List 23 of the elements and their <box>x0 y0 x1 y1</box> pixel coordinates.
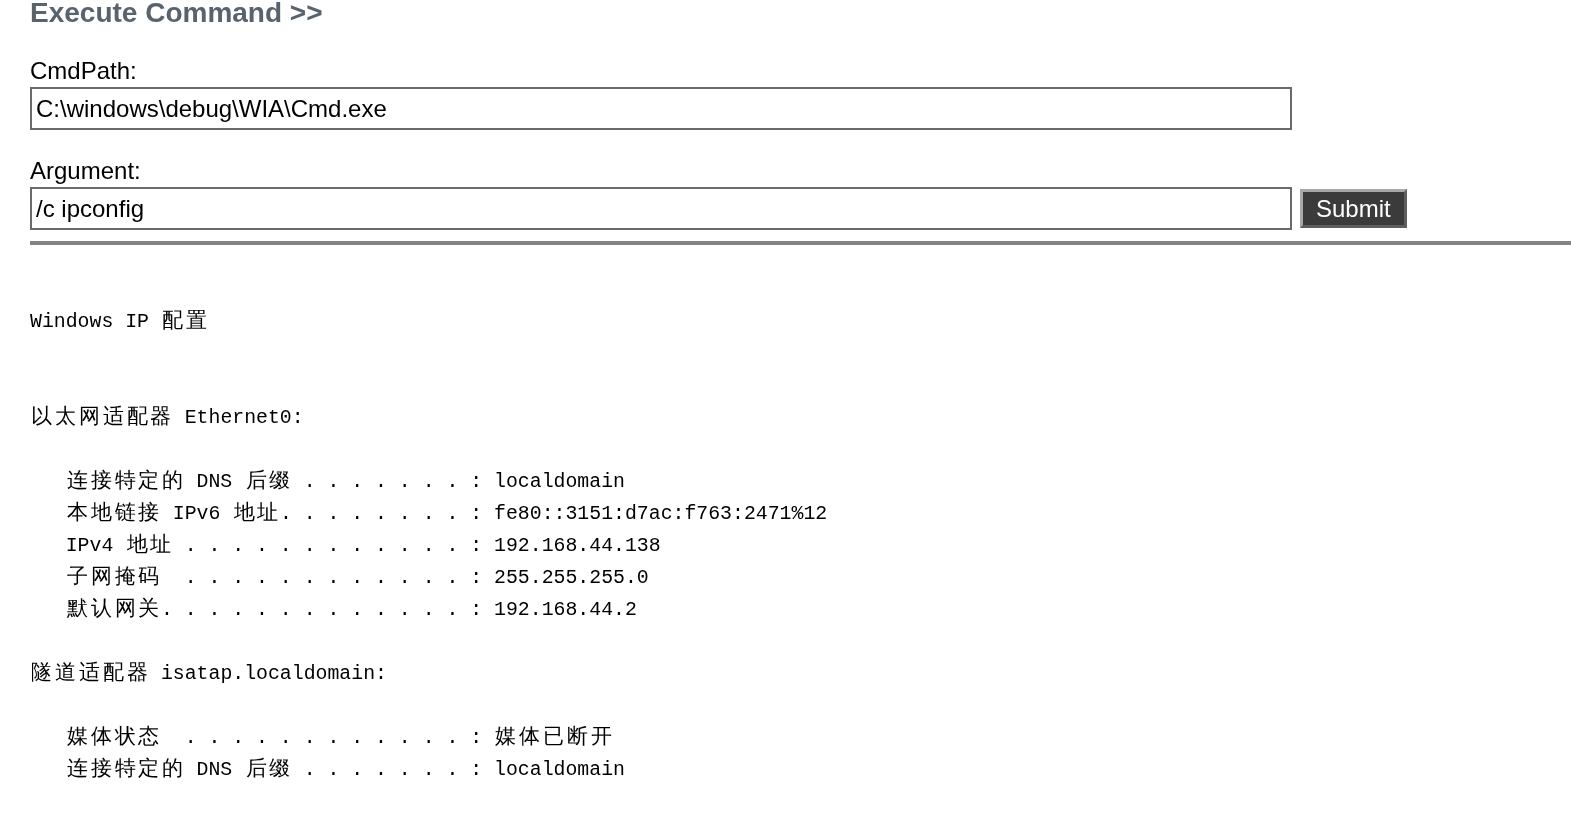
page-heading: Execute Command >> <box>30 0 323 26</box>
entry-label: 连接特定的 DNS 后缀 . . . . . . . : <box>66 756 483 783</box>
output-title: Windows IP 配置 <box>30 309 209 335</box>
entry-value: 255.255.255.0 <box>494 565 649 591</box>
entry-label: 默认网关. . . . . . . . . . . . . : <box>66 596 483 623</box>
entry-value: 192.168.44.2 <box>494 597 637 623</box>
submit-button[interactable]: Submit <box>1300 189 1407 228</box>
entry-label: 本地链接 IPv6 地址. . . . . . . . : <box>66 500 483 527</box>
text-input-field[interactable]: /c ipconfig <box>30 187 1292 230</box>
entry-value: localdomain <box>494 469 625 495</box>
entry-value: localdomain <box>494 757 625 783</box>
field-label: Argument: <box>30 157 141 185</box>
adapter-heading: 隧道适配器 isatap.localdomain: <box>30 660 387 687</box>
entry-label: 子网掩码 . . . . . . . . . . . . : <box>66 565 483 591</box>
entry-value: 192.168.44.138 <box>494 533 661 559</box>
adapter-heading: 以太网适配器 Ethernet0: <box>30 404 304 431</box>
entry-label: IPv4 地址 . . . . . . . . . . . . : <box>65 532 483 559</box>
entry-value: 媒体已断开 <box>494 724 613 751</box>
entry-value: fe80::3151:d7ac:f763:2471%12 <box>494 501 828 527</box>
entry-label: 媒体状态 . . . . . . . . . . . . : <box>66 724 483 751</box>
entry-label: 连接特定的 DNS 后缀 . . . . . . . : <box>66 468 483 495</box>
text-input-field[interactable]: C:\windows\debug\WIA\Cmd.exe <box>30 87 1292 130</box>
field-label: CmdPath: <box>30 57 137 85</box>
